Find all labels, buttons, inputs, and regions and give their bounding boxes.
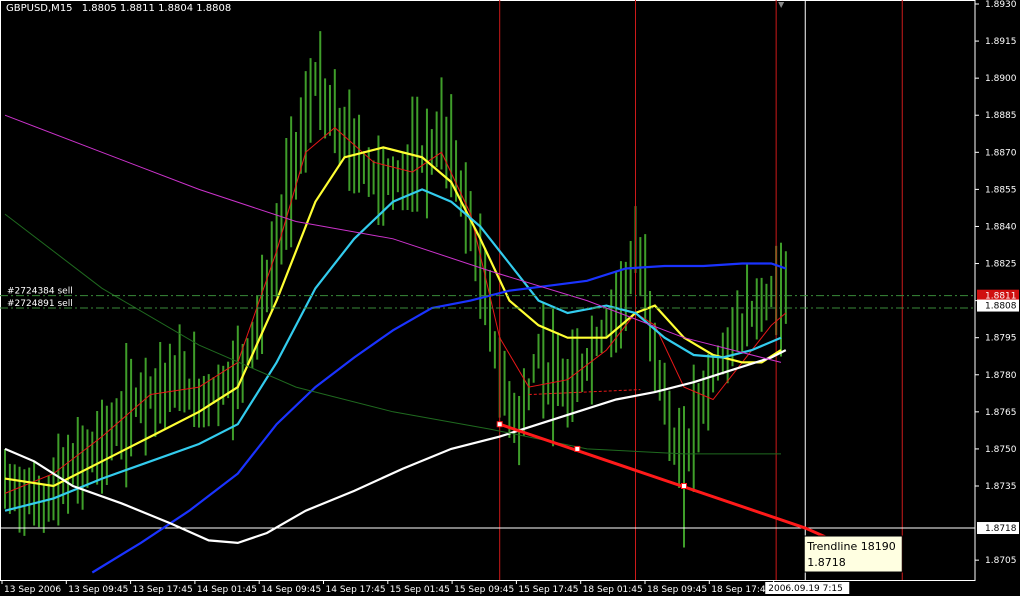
current-price-badge: 1.8808 — [985, 302, 1017, 312]
x-tick-label: 14 Sep 01:45 — [197, 585, 257, 595]
x-tick-label: 14 Sep 17:45 — [326, 585, 386, 595]
y-tick-label: 1.8825 — [985, 260, 1017, 270]
x-tick-label: 15 Sep 17:45 — [518, 585, 578, 595]
order-label-1: #2724384 sell — [7, 287, 73, 297]
y-tick-label: 1.8765 — [985, 408, 1017, 418]
x-tick-label: 13 Sep 09:45 — [68, 585, 128, 595]
x-tick-label: 13 Sep 2006 — [4, 585, 61, 595]
tooltip-line-2: 1.8718 — [807, 556, 846, 569]
y-tick-label: 1.8885 — [985, 111, 1017, 121]
x-tick-label: 18 Sep 01:45 — [583, 585, 643, 595]
y-tick-label: 1.8780 — [985, 371, 1017, 381]
support-dashed-line — [528, 389, 641, 396]
trendline-anchor-3[interactable] — [681, 482, 687, 489]
ma-line-magenta — [4, 114, 782, 363]
x-tick-label: 18 Sep 09:45 — [647, 585, 707, 595]
y-tick-label: 1.8930 — [985, 0, 1017, 10]
x-tick-label: 18 Sep 17:45 — [711, 585, 771, 595]
y-tick-label: 1.8915 — [985, 37, 1017, 47]
y-tick-label: 1.8840 — [985, 222, 1017, 232]
y-tick-label: 1.8870 — [985, 148, 1017, 158]
y-tick-label: 1.8705 — [985, 556, 1017, 566]
y-tick-label: 1.8735 — [985, 482, 1017, 492]
x-tick-label: 14 Sep 09:45 — [261, 585, 321, 595]
chart-canvas[interactable]: #2724384 sell #2724891 sell 1.8930 1.8915 1.… — [0, 0, 1020, 596]
chart-header: GBPUSD,M15 1.8805 1.8811 1.8804 1.8808 — [6, 3, 231, 14]
ohlc-values: 1.8805 1.8811 1.8804 1.8808 — [81, 3, 232, 14]
y-tick-label: 1.8795 — [985, 334, 1017, 344]
chart-shift-icon[interactable] — [778, 2, 785, 8]
x-tick-label: 15 Sep 09:45 — [454, 585, 514, 595]
trendline-anchor-2[interactable] — [574, 445, 581, 452]
ma-line-blue — [91, 262, 787, 574]
y-tick-label: 1.8855 — [985, 185, 1017, 195]
plot-frame — [0, 0, 976, 581]
x-tick-label: 13 Sep 17:45 — [133, 585, 193, 595]
cursor-time-badge: 2006.09.19 7:15 — [768, 584, 843, 594]
tooltip-line-1: Trendline 18190 — [806, 540, 895, 553]
trendline-anchor-1[interactable] — [496, 421, 503, 428]
y-tick-label: 1.8750 — [985, 445, 1017, 455]
order-label-2: #2724891 sell — [7, 299, 73, 309]
ma-line-cyan — [4, 188, 782, 512]
y-tick-label: 1.8900 — [985, 74, 1017, 84]
x-tick-label: 15 Sep 01:45 — [390, 585, 450, 595]
cursor-price-badge: 1.8718 — [985, 524, 1017, 534]
symbol-label: GBPUSD,M15 — [6, 3, 73, 14]
